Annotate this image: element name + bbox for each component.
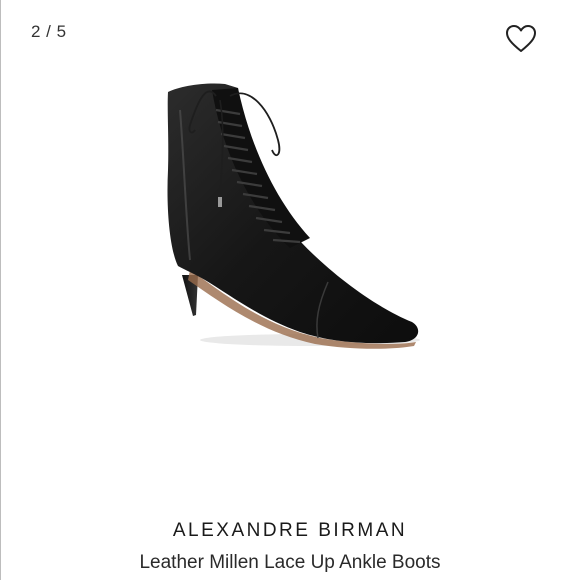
image-counter: 2 / 5 [31,22,67,41]
product-title[interactable]: Leather Millen Lace Up Ankle Boots [0,552,580,574]
favorite-button[interactable] [505,24,537,54]
boot-lace-tip [218,197,222,207]
left-divider [0,0,1,580]
heart-outline-icon [506,25,536,52]
boot-illustration [167,83,420,349]
boot-upper [167,83,419,344]
product-brand[interactable]: ALEXANDRE BIRMAN [0,520,580,542]
product-gallery-page: 2 / 5 ALEXANDRE BIRMAN Leather Millen La… [0,0,580,580]
product-image[interactable] [150,70,440,370]
